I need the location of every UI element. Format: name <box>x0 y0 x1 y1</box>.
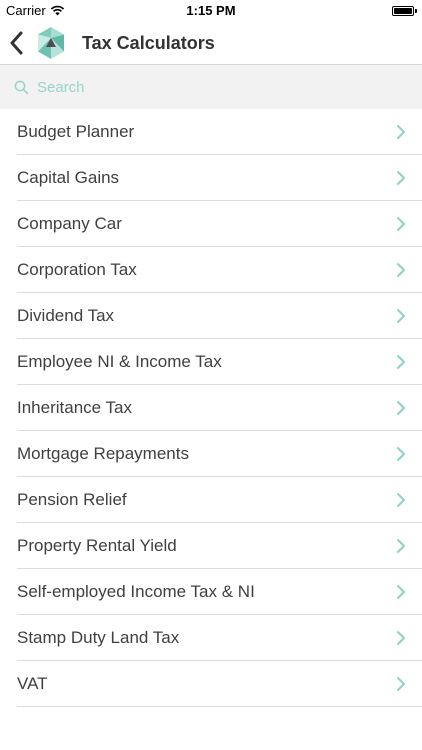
chevron-right-icon <box>397 263 405 277</box>
chevron-right-icon <box>397 125 405 139</box>
chevron-right-icon <box>397 677 405 691</box>
navigation-bar: Tax Calculators <box>0 22 422 65</box>
list-item-label: Employee NI & Income Tax <box>17 352 222 371</box>
chevron-right-icon <box>397 447 405 461</box>
calculator-list: Budget Planner Capital Gains Company Car Co… <box>0 109 422 707</box>
chevron-left-icon <box>10 31 23 55</box>
back-button[interactable] <box>4 28 30 58</box>
list-item[interactable]: Inheritance Tax <box>17 385 422 431</box>
list-item[interactable]: Pension Relief <box>17 477 422 523</box>
search-box <box>14 75 410 99</box>
chevron-right-icon <box>397 355 405 369</box>
status-bar: Carrier 1:15 PM <box>0 0 422 22</box>
list-item-label: Budget Planner <box>17 122 135 141</box>
list-item[interactable]: Employee NI & Income Tax <box>17 339 422 385</box>
list-item-label: Company Car <box>17 214 122 233</box>
list-item-label: VAT <box>17 674 48 693</box>
list-item-label: Capital Gains <box>17 168 120 187</box>
search-bar <box>0 65 422 109</box>
chevron-right-icon <box>397 171 405 185</box>
list-item-label: Self-employed Income Tax & NI <box>17 582 255 601</box>
list-item-label: Inheritance Tax <box>17 398 132 417</box>
list-item-label: Dividend Tax <box>17 306 115 325</box>
chevron-right-icon <box>397 401 405 415</box>
list-item[interactable]: Property Rental Yield <box>17 523 422 569</box>
chevron-right-icon <box>397 585 405 599</box>
list-item[interactable]: Dividend Tax <box>17 293 422 339</box>
chevron-right-icon <box>397 309 405 323</box>
list-item-label: Corporation Tax <box>17 260 137 279</box>
chevron-right-icon <box>397 539 405 553</box>
battery-level <box>394 8 412 14</box>
list-item[interactable]: Self-employed Income Tax & NI <box>17 569 422 615</box>
status-time: 1:15 PM <box>186 3 236 18</box>
list-item[interactable]: Stamp Duty Land Tax <box>17 615 422 661</box>
search-input[interactable] <box>37 78 377 96</box>
list-item[interactable]: Corporation Tax <box>17 247 422 293</box>
battery-icon <box>392 6 417 16</box>
list-item[interactable]: Mortgage Repayments <box>17 431 422 477</box>
list-item-label: Property Rental Yield <box>17 536 177 555</box>
chevron-right-icon <box>397 217 405 231</box>
app-logo-icon <box>38 27 64 59</box>
list-item-label: Stamp Duty Land Tax <box>17 628 180 647</box>
page-title: Tax Calculators <box>82 33 215 53</box>
list-item[interactable]: Capital Gains <box>17 155 422 201</box>
list-item-label: Pension Relief <box>17 490 127 509</box>
list-item-label: Mortgage Repayments <box>17 444 189 463</box>
search-icon <box>14 80 29 94</box>
list-item[interactable]: Budget Planner <box>17 109 422 155</box>
chevron-right-icon <box>397 631 405 645</box>
list-item[interactable]: VAT <box>17 661 422 707</box>
list-item[interactable]: Company Car <box>17 201 422 247</box>
chevron-right-icon <box>397 493 405 507</box>
